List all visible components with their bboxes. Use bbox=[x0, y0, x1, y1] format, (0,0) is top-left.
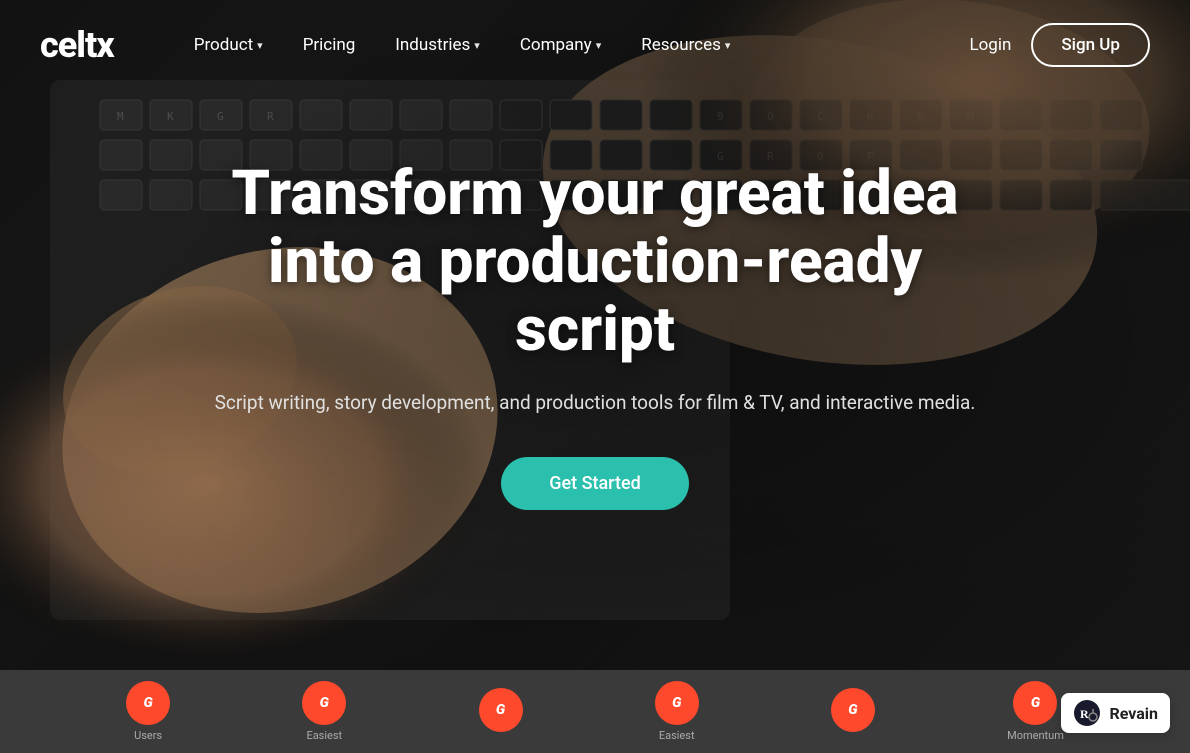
chevron-down-icon: ▾ bbox=[474, 39, 480, 52]
award-badge-easiest: G Easiest bbox=[302, 681, 346, 742]
nav-product-label: Product bbox=[194, 35, 253, 55]
g2-icon: G bbox=[655, 681, 699, 725]
revain-badge: R Revain bbox=[1061, 693, 1170, 733]
svg-text:R: R bbox=[1080, 707, 1089, 721]
award-badge-momentum: G Momentum bbox=[1007, 681, 1064, 742]
navbar: celtx Product ▾ Pricing Industries ▾ Com… bbox=[0, 0, 1190, 90]
nav-item-product[interactable]: Product ▾ bbox=[174, 27, 283, 63]
nav-item-pricing[interactable]: Pricing bbox=[283, 27, 376, 63]
award-label: Easiest bbox=[659, 729, 695, 742]
nav-item-company[interactable]: Company ▾ bbox=[500, 27, 621, 63]
nav-item-resources[interactable]: Resources ▾ bbox=[621, 27, 750, 63]
revain-icon: R bbox=[1073, 699, 1101, 727]
nav-item-industries[interactable]: Industries ▾ bbox=[375, 27, 500, 63]
g2-icon: G bbox=[1013, 681, 1057, 725]
hero-subtitle: Script writing, story development, and p… bbox=[185, 389, 1005, 418]
revain-label: Revain bbox=[1109, 704, 1158, 723]
nav-links: Product ▾ Pricing Industries ▾ Company ▾… bbox=[174, 27, 970, 63]
chevron-down-icon: ▾ bbox=[596, 39, 602, 52]
brand-logo[interactable]: celtx bbox=[40, 24, 114, 66]
get-started-button[interactable]: Get Started bbox=[501, 457, 689, 510]
hero-title: Transform your great idea into a product… bbox=[185, 160, 1005, 365]
nav-industries-label: Industries bbox=[395, 35, 470, 55]
g2-icon: G bbox=[302, 681, 346, 725]
g2-icon: G bbox=[479, 688, 523, 732]
nav-company-label: Company bbox=[520, 35, 592, 55]
hero-section: M K G R 9 O C K R M G R O P bbox=[0, 0, 1190, 670]
award-badge-3: G bbox=[479, 688, 523, 736]
award-label: Users bbox=[134, 729, 162, 742]
award-badge-4: G Easiest bbox=[655, 681, 699, 742]
chevron-down-icon: ▾ bbox=[257, 39, 263, 52]
awards-section: G Users G Easiest G G Easiest G G Moment… bbox=[0, 670, 1190, 753]
nav-actions: Login Sign Up bbox=[969, 23, 1150, 67]
award-label: Easiest bbox=[306, 729, 342, 742]
signup-button[interactable]: Sign Up bbox=[1031, 23, 1150, 67]
award-badge-users: G Users bbox=[126, 681, 170, 742]
login-link[interactable]: Login bbox=[969, 35, 1011, 55]
hero-content: Transform your great idea into a product… bbox=[145, 160, 1045, 510]
g2-icon: G bbox=[831, 688, 875, 732]
award-badge-5: G bbox=[831, 688, 875, 736]
nav-pricing-label: Pricing bbox=[303, 35, 356, 55]
award-label: Momentum bbox=[1007, 729, 1064, 742]
chevron-down-icon: ▾ bbox=[725, 39, 731, 52]
g2-icon: G bbox=[126, 681, 170, 725]
nav-resources-label: Resources bbox=[641, 35, 721, 55]
